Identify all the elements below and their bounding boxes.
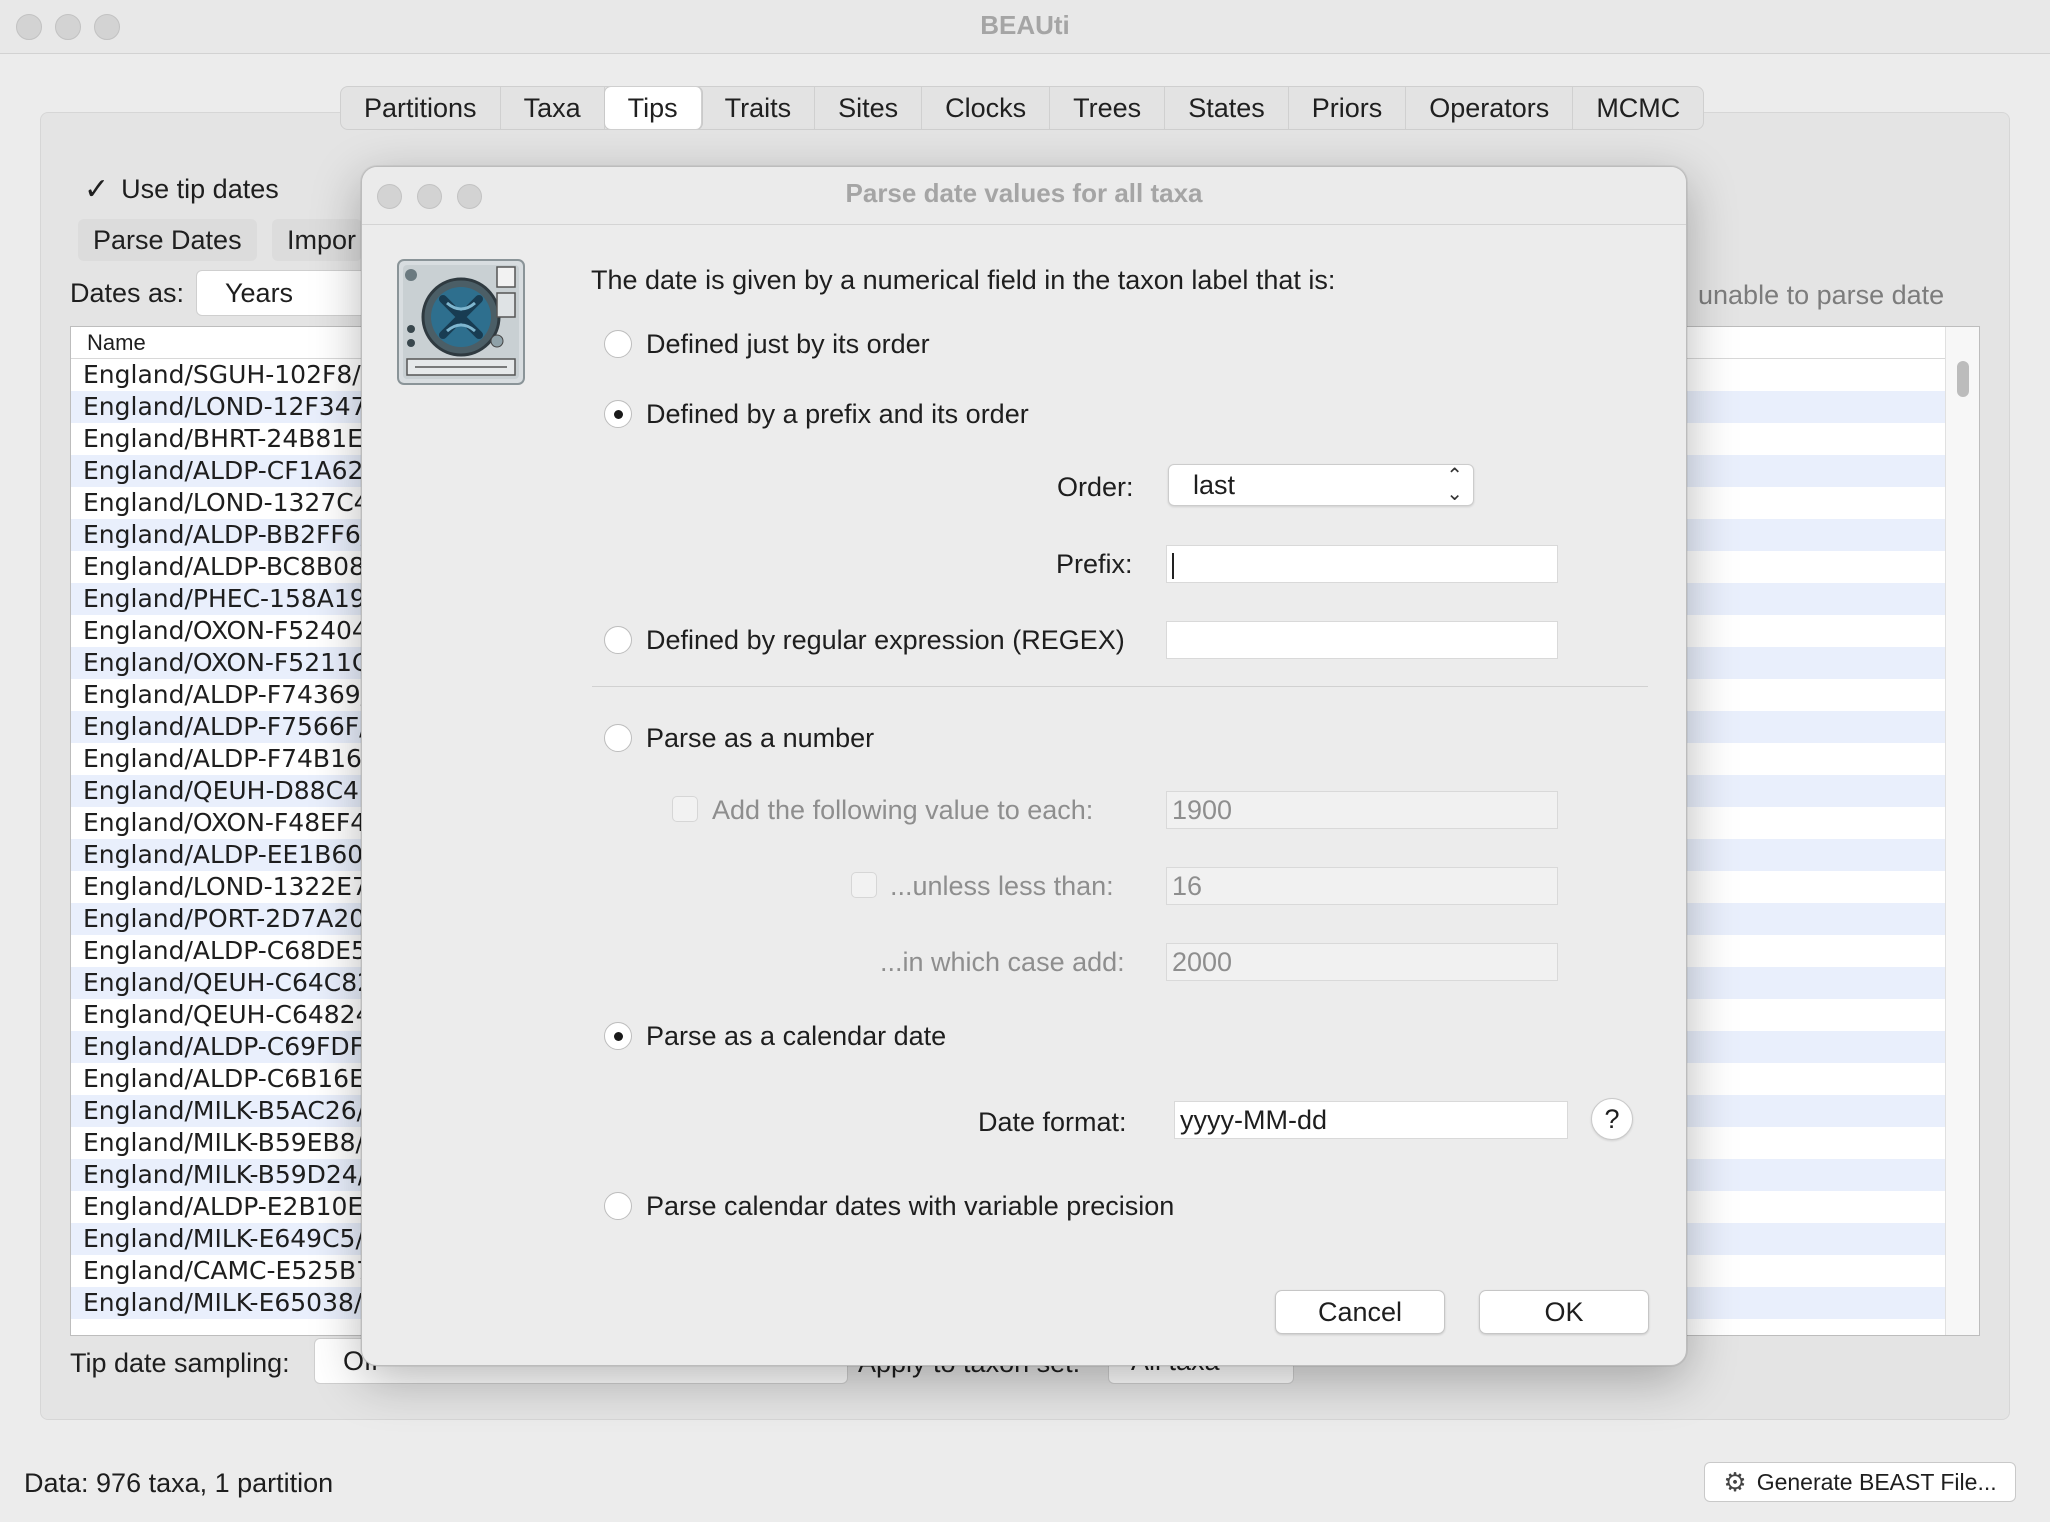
dialog-intro-text-line: The date is given by a numerical field i…: [591, 265, 1336, 295]
tab-partitions[interactable]: Partitions: [341, 87, 501, 129]
generate-button-label: Generate BEAST File...: [1756, 1469, 1997, 1495]
tab-mcmc[interactable]: MCMC: [1573, 87, 1703, 129]
use-tip-dates-label: Use tip dates: [121, 174, 279, 204]
import-dates-button[interactable]: Impor: [272, 219, 362, 261]
unless-input[interactable]: 16: [1166, 867, 1558, 905]
label-defined-by-regex: Defined by regular expression (REGEX): [646, 625, 1125, 655]
status-column-text: unable to parse date: [1698, 280, 1945, 310]
radio-defined-by-order[interactable]: [604, 330, 632, 358]
in-which-case-label: ...in which case add:: [880, 947, 1125, 977]
prefix-label: Prefix:: [1056, 549, 1133, 579]
dates-as-label: Dates as:: [70, 278, 185, 308]
label-defined-by-prefix: Defined by a prefix and its order: [646, 399, 1029, 429]
gear-icon: ⚙: [1723, 1467, 1747, 1497]
tab-bar: Partitions Taxa Tips Traits Sites Clocks Trees…: [340, 86, 1705, 130]
date-format-input[interactable]: yyyy-MM-dd: [1174, 1101, 1568, 1139]
dialog-title: Parse date values for all taxa: [845, 178, 1203, 208]
scrollbar-thumb[interactable]: [1957, 361, 1969, 397]
order-select-value: last: [1193, 470, 1236, 500]
cancel-button[interactable]: Cancel: [1275, 1290, 1445, 1334]
window-title: BEAUti: [980, 10, 1070, 40]
prefix-input[interactable]: [1166, 545, 1558, 583]
label-variable-precision: Parse calendar dates with variable preci…: [646, 1191, 1175, 1221]
tab-trees[interactable]: Trees: [1050, 87, 1166, 129]
tab-traits[interactable]: Traits: [702, 87, 816, 129]
tab-states[interactable]: States: [1165, 87, 1289, 129]
order-select[interactable]: last ⌃ ⌄: [1168, 464, 1474, 506]
tab-operators[interactable]: Operators: [1406, 87, 1574, 129]
table-scrollbar[interactable]: [1945, 327, 1979, 1335]
radio-parse-as-calendar[interactable]: [604, 1022, 632, 1050]
tab-tips[interactable]: Tips: [604, 87, 702, 129]
generate-beast-file-button[interactable]: ⚙ Generate BEAST File...: [1704, 1462, 2016, 1502]
tab-taxa[interactable]: Taxa: [501, 87, 605, 129]
label-defined-by-order: Defined just by its order: [646, 329, 930, 359]
help-icon[interactable]: ?: [1591, 1098, 1633, 1140]
date-format-label: Date format:: [978, 1107, 1127, 1137]
add-value-label: Add the following value to each:: [712, 795, 1094, 825]
add-value-checkbox[interactable]: [672, 796, 698, 822]
add-value-input[interactable]: 1900: [1166, 791, 1558, 829]
regex-input[interactable]: [1166, 621, 1558, 659]
tab-clocks[interactable]: Clocks: [922, 87, 1051, 129]
radio-defined-by-prefix[interactable]: [604, 400, 632, 428]
unless-checkbox[interactable]: [851, 872, 877, 898]
chevron-updown-icon: ⌃ ⌄: [1446, 465, 1463, 505]
in-which-case-input[interactable]: 2000: [1166, 943, 1558, 981]
parse-dates-dialog: Parse date values for all taxa The date …: [361, 166, 1687, 1366]
tab-priors[interactable]: Priors: [1289, 87, 1407, 129]
radio-defined-by-regex[interactable]: [604, 626, 632, 654]
text-cursor: [1172, 552, 1174, 579]
label-parse-as-calendar: Parse as a calendar date: [646, 1021, 947, 1051]
dates-as-select[interactable]: Years: [196, 270, 376, 316]
radio-parse-as-number[interactable]: [604, 724, 632, 752]
tab-sites[interactable]: Sites: [815, 87, 923, 129]
app-logo-icon: [397, 259, 525, 385]
order-label: Order:: [1057, 472, 1134, 502]
ok-button[interactable]: OK: [1479, 1290, 1649, 1334]
parse-dates-button[interactable]: Parse Dates: [78, 219, 257, 261]
tip-date-sampling-label: Tip date sampling:: [70, 1348, 290, 1378]
radio-variable-precision[interactable]: [604, 1192, 632, 1220]
options-separator: [592, 686, 1648, 687]
checkmark-icon: ✓: [84, 172, 110, 206]
unless-label: ...unless less than:: [890, 871, 1114, 901]
use-tip-dates-checkbox[interactable]: ✓ Use tip dates: [84, 174, 279, 205]
dialog-titlebar: Parse date values for all taxa: [362, 167, 1686, 225]
window-titlebar: BEAUti: [0, 0, 2050, 54]
status-bar-text: Data: 976 taxa, 1 partition: [24, 1468, 334, 1498]
label-parse-as-number: Parse as a number: [646, 723, 875, 753]
